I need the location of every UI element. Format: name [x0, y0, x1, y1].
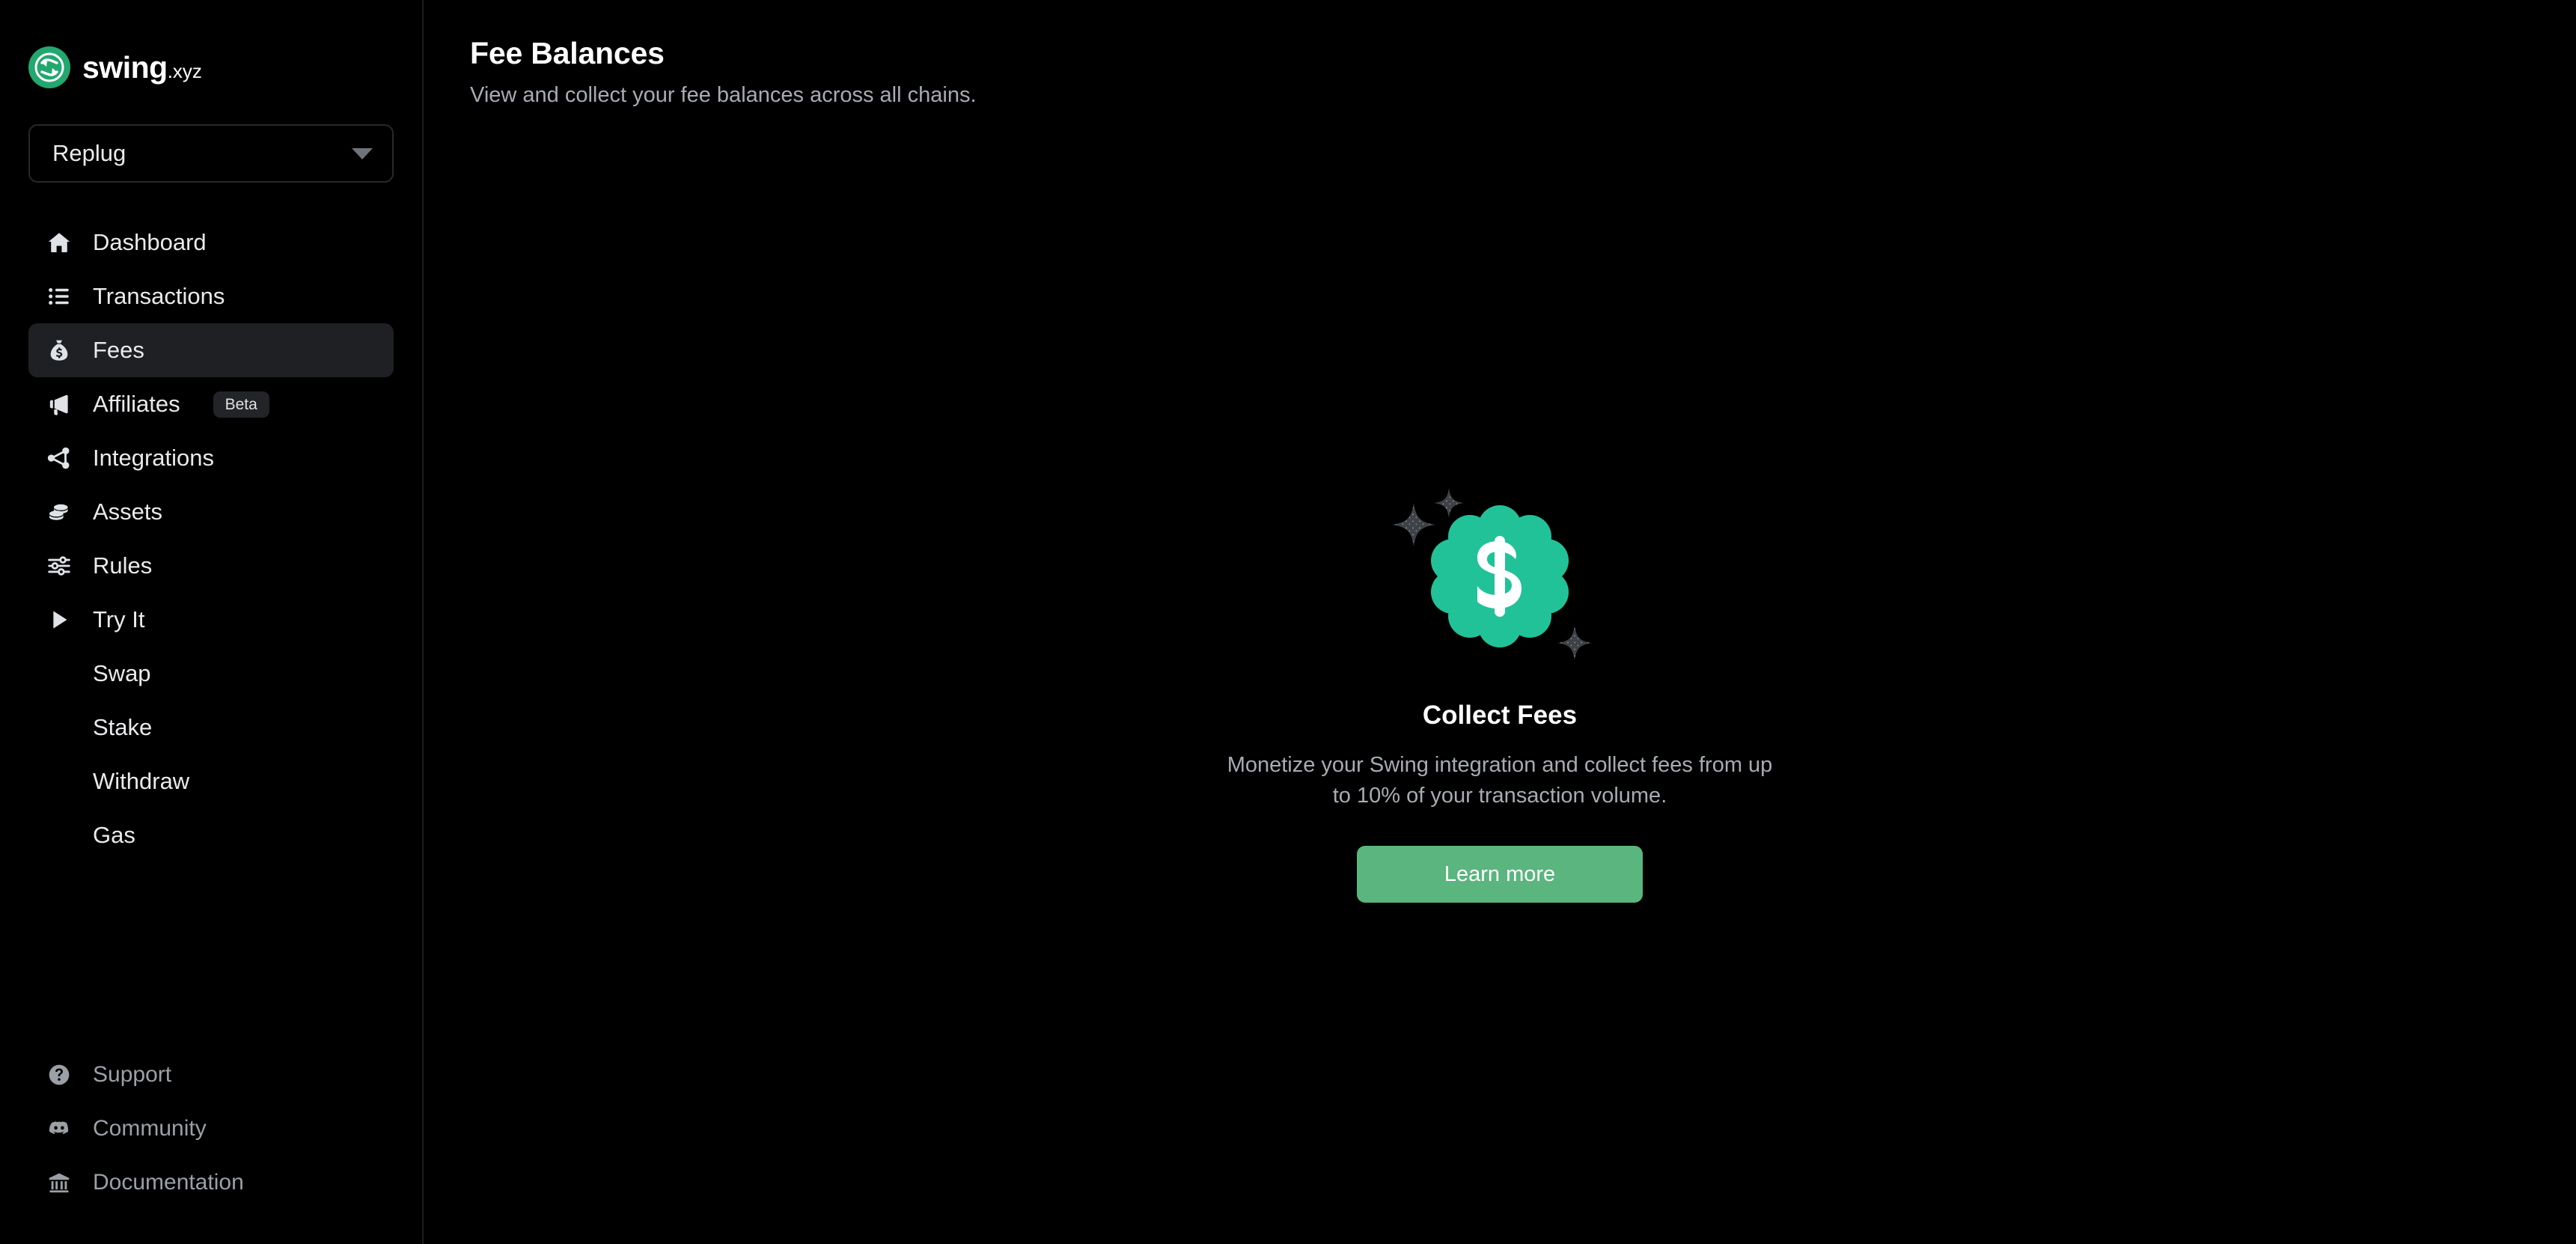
sidebar-item-label: Dashboard: [93, 229, 207, 255]
bank-icon: [45, 1168, 73, 1197]
main-content: Fee Balances View and collect your fee b…: [424, 0, 2576, 1244]
page-subtitle: View and collect your fee balances acros…: [470, 83, 977, 107]
project-selector-value: Replug: [52, 140, 126, 166]
sidebar-item-try-it[interactable]: Try It: [28, 593, 394, 647]
sidebar-footer-label: Support: [93, 1062, 172, 1087]
sidebar: swing .xyz Replug Dashboard Transactions…: [0, 0, 424, 1244]
sidebar-item-label: Fees: [93, 337, 144, 363]
sidebar-item-integrations[interactable]: Integrations: [28, 431, 394, 485]
sidebar-footer: Support Community Documentation: [0, 1048, 422, 1244]
sidebar-item-label: Affiliates: [93, 391, 180, 417]
coins-stack-icon: [45, 498, 73, 526]
empty-state-title: Collect Fees: [1422, 701, 1578, 730]
project-selector[interactable]: Replug: [28, 124, 394, 183]
page-header: Fee Balances View and collect your fee b…: [424, 0, 2576, 108]
chevron-down-icon: [352, 147, 373, 159]
sidebar-footer-label: Documentation: [93, 1170, 244, 1195]
sidebar-item-fees[interactable]: Fees: [28, 323, 394, 377]
primary-navigation: Dashboard Transactions Fees Affiliates B…: [0, 216, 422, 862]
learn-more-button[interactable]: Learn more: [1357, 846, 1643, 903]
home-icon: [45, 228, 73, 257]
money-bag-icon: [45, 336, 73, 365]
brand-tld: .xyz: [167, 59, 202, 82]
brand-word: swing: [82, 49, 168, 85]
sidebar-item-support[interactable]: Support: [28, 1048, 394, 1102]
sidebar-subitem-label: Withdraw: [93, 768, 190, 794]
sidebar-footer-label: Community: [93, 1116, 207, 1141]
sidebar-item-label: Transactions: [93, 283, 225, 309]
status-badge: Beta: [213, 391, 269, 418]
sidebar-item-documentation[interactable]: Documentation: [28, 1156, 394, 1210]
sidebar-item-label: Try It: [93, 606, 145, 632]
app-root: swing .xyz Replug Dashboard Transactions…: [0, 0, 2576, 1244]
sidebar-item-label: Integrations: [93, 445, 214, 471]
dollar-badge-sparkles-icon: [1358, 479, 1642, 674]
list-icon: [45, 282, 73, 311]
sidebar-item-swap[interactable]: Swap: [28, 647, 394, 701]
sidebar-subitem-label: Stake: [93, 714, 153, 740]
sidebar-item-dashboard[interactable]: Dashboard: [28, 216, 394, 269]
sidebar-item-affiliates[interactable]: Affiliates Beta: [28, 377, 394, 431]
sidebar-subitem-label: Swap: [93, 660, 151, 686]
question-circle-icon: [45, 1061, 73, 1089]
brand-name: swing .xyz: [82, 52, 202, 83]
share-nodes-icon: [45, 444, 73, 472]
sidebar-item-withdraw[interactable]: Withdraw: [28, 754, 394, 808]
sidebar-item-assets[interactable]: Assets: [28, 485, 394, 539]
sidebar-subitem-label: Gas: [93, 822, 135, 848]
empty-state: Collect Fees Monetize your Swing integra…: [424, 479, 2576, 903]
discord-icon: [45, 1115, 73, 1143]
sliders-icon: [45, 552, 73, 580]
sidebar-item-rules[interactable]: Rules: [28, 539, 394, 593]
empty-state-description: Monetize your Swing integration and coll…: [1227, 753, 1773, 808]
sidebar-item-transactions[interactable]: Transactions: [28, 269, 394, 323]
page-title: Fee Balances: [470, 36, 665, 70]
swing-logo-icon: [28, 46, 70, 88]
play-icon: [45, 606, 73, 634]
sidebar-item-label: Rules: [93, 552, 153, 579]
sidebar-item-stake[interactable]: Stake: [28, 701, 394, 754]
sidebar-item-label: Assets: [93, 498, 163, 525]
sidebar-item-community[interactable]: Community: [28, 1102, 394, 1156]
sidebar-item-gas[interactable]: Gas: [28, 808, 394, 862]
megaphone-icon: [45, 390, 73, 418]
brand-logo[interactable]: swing .xyz: [0, 0, 422, 88]
